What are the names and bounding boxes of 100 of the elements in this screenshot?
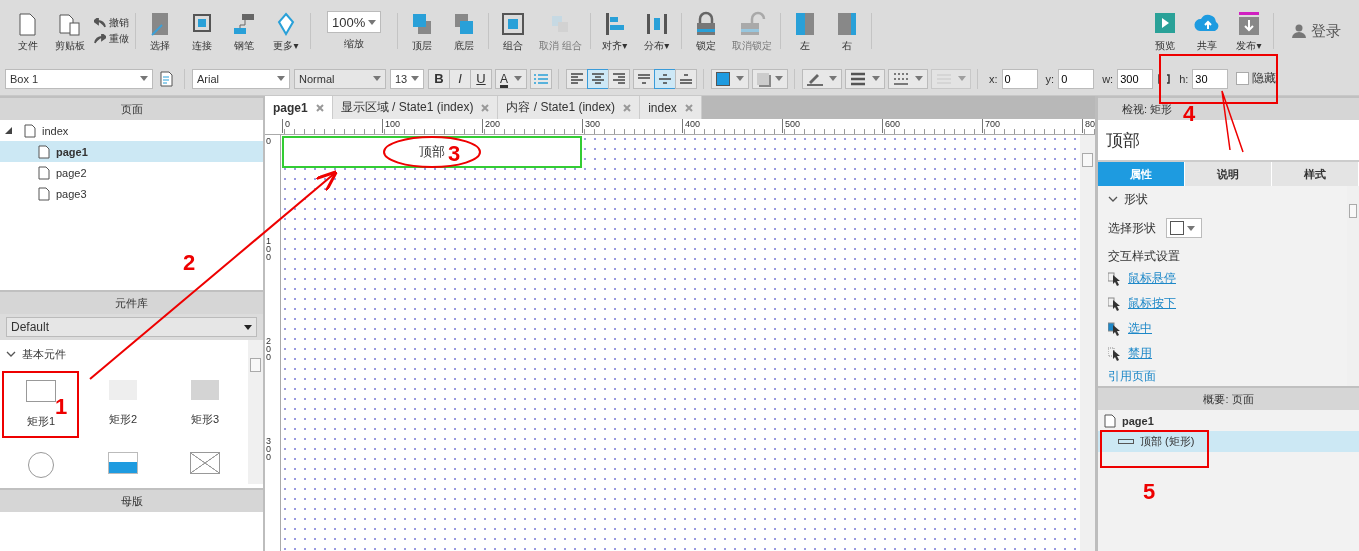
toolbar-button[interactable]: 选择 bbox=[142, 7, 178, 55]
expand-triangle-icon[interactable] bbox=[5, 127, 12, 134]
coordinate-field[interactable]: 0 bbox=[1058, 68, 1095, 89]
font-dropdown[interactable]: Arial bbox=[192, 68, 290, 89]
zoom-dropdown[interactable]: 100% bbox=[327, 11, 381, 33]
font-weight-dropdown[interactable]: Normal bbox=[294, 68, 386, 89]
chevron-icon bbox=[1108, 196, 1118, 202]
interaction-style-link[interactable]: 禁用 bbox=[1128, 345, 1152, 362]
line-weight-button[interactable] bbox=[845, 68, 885, 89]
outline-item[interactable]: 顶部 (矩形) bbox=[1098, 431, 1359, 452]
text-align-icon bbox=[591, 72, 605, 85]
toolbar-button[interactable]: 对齐▾ bbox=[596, 7, 633, 55]
text-style-button[interactable]: B bbox=[428, 68, 450, 89]
toolbar-button[interactable]: 钢笔 bbox=[226, 7, 262, 55]
coordinate-label: x: bbox=[989, 72, 998, 85]
library-dropdown[interactable]: Default bbox=[6, 317, 257, 337]
toolbar-button[interactable]: 组合 bbox=[495, 7, 531, 55]
close-icon[interactable] bbox=[315, 103, 324, 112]
align-button[interactable] bbox=[608, 68, 630, 89]
pen-line-icon bbox=[807, 71, 823, 86]
horizontal-ruler: 0 100 200 300 400 500 600 700 80 bbox=[265, 119, 1095, 135]
text-align-icon bbox=[612, 72, 626, 85]
toolbar-button[interactable]: 共享 bbox=[1189, 7, 1225, 55]
caret-icon bbox=[373, 76, 381, 81]
cursor-icon bbox=[1108, 346, 1122, 361]
scrollbar[interactable] bbox=[248, 340, 263, 484]
aspect-lock-icon[interactable] bbox=[1158, 73, 1171, 84]
library-item[interactable]: 矩形3 bbox=[164, 374, 246, 432]
vertical-align-icon bbox=[638, 73, 650, 84]
toolbar-button[interactable]: 发布▾ bbox=[1231, 7, 1267, 55]
vertical-align-button[interactable] bbox=[675, 68, 697, 89]
notes-icon[interactable] bbox=[159, 70, 175, 87]
caret-icon bbox=[1187, 225, 1195, 231]
toolbar-button[interactable]: 顶层 bbox=[404, 7, 440, 55]
group-icon bbox=[499, 11, 527, 37]
document-tab[interactable]: index bbox=[640, 96, 702, 119]
redo-arrow-icon bbox=[94, 34, 106, 44]
interaction-style-link[interactable]: 鼠标按下 bbox=[1128, 295, 1176, 312]
text-style-button[interactable]: I bbox=[449, 68, 471, 89]
interaction-style-link[interactable]: 鼠标悬停 bbox=[1128, 270, 1176, 287]
toolbar-button[interactable]: 右 bbox=[828, 7, 865, 55]
scrollbar[interactable] bbox=[1080, 135, 1095, 551]
text-color-button[interactable]: A bbox=[495, 68, 527, 89]
shape-dropdown[interactable] bbox=[1166, 218, 1202, 238]
line-color-button[interactable] bbox=[802, 68, 842, 89]
close-icon[interactable] bbox=[684, 103, 693, 112]
toolbar-button[interactable]: 锁定 bbox=[687, 7, 724, 55]
close-icon[interactable] bbox=[623, 103, 632, 112]
section-header[interactable]: 引用页面 bbox=[1108, 368, 1345, 382]
page-tree-item[interactable]: page1 bbox=[0, 141, 263, 162]
page-tree-item[interactable]: page3 bbox=[0, 183, 263, 204]
font-size-dropdown[interactable]: 13 bbox=[390, 68, 424, 89]
toolbar-button[interactable]: 底层 bbox=[446, 7, 482, 55]
coordinate-field[interactable]: 0 bbox=[1001, 68, 1038, 89]
page-icon bbox=[38, 144, 50, 159]
toolbar-button[interactable]: 分布▾ bbox=[638, 7, 675, 55]
toolbar-button[interactable]: 更多▾ bbox=[268, 7, 304, 55]
login-button[interactable]: 登录 bbox=[1274, 21, 1359, 41]
coordinate-label: h: bbox=[1179, 72, 1189, 85]
coordinate-field[interactable]: 300 bbox=[1117, 68, 1154, 89]
shadow-button[interactable] bbox=[752, 68, 788, 89]
toolbar-button[interactable]: 文件 bbox=[10, 7, 46, 55]
page-tree-item[interactable]: page2 bbox=[0, 162, 263, 183]
coordinate-field[interactable]: 30 bbox=[1192, 68, 1229, 89]
toolbar-button[interactable]: 预览 bbox=[1147, 7, 1183, 55]
library-section-header[interactable]: 基本元件 bbox=[0, 344, 247, 364]
hidden-checkbox[interactable]: 隐藏 bbox=[1236, 70, 1277, 87]
undo-button[interactable]: 撤销 bbox=[94, 16, 129, 30]
close-icon[interactable] bbox=[481, 103, 490, 112]
interaction-style-link[interactable]: 选中 bbox=[1128, 320, 1152, 337]
section-header[interactable]: 形状 bbox=[1108, 186, 1345, 212]
document-tab[interactable]: 内容 / State1 (index) bbox=[498, 96, 641, 119]
caret-icon bbox=[411, 76, 419, 81]
bullet-list-button[interactable] bbox=[530, 68, 552, 89]
inspector-tab[interactable]: 说明 bbox=[1185, 162, 1272, 186]
vertical-ruler: 0 100 200 300 bbox=[265, 135, 281, 551]
widget-name[interactable]: 顶部 bbox=[1098, 120, 1359, 160]
fill-color-button[interactable] bbox=[711, 68, 749, 89]
inspector-tab[interactable]: 样式 bbox=[1272, 162, 1359, 186]
cursor-icon bbox=[1108, 296, 1122, 311]
coordinate-label: y: bbox=[1045, 72, 1055, 85]
align-button[interactable] bbox=[566, 68, 588, 89]
toolbar-button[interactable]: 剪贴板 bbox=[52, 7, 88, 55]
zoom-label: 缩放 bbox=[344, 37, 364, 51]
library-item[interactable]: 矩形2 bbox=[82, 374, 164, 432]
line-pattern-button[interactable] bbox=[888, 68, 928, 89]
text-style-button[interactable]: U bbox=[470, 68, 492, 89]
vertical-align-button[interactable] bbox=[654, 68, 676, 89]
widget-name-dropdown[interactable]: Box 1 bbox=[5, 68, 153, 89]
align-button[interactable] bbox=[587, 68, 609, 89]
toolbar-button[interactable]: 连接 bbox=[184, 7, 220, 55]
toolbar-button[interactable]: 左 bbox=[786, 7, 823, 55]
redo-button[interactable]: 重做 bbox=[94, 32, 129, 46]
document-tab[interactable]: page1 bbox=[265, 96, 333, 119]
page-tree-item[interactable]: index bbox=[0, 120, 263, 141]
annotation-number: 3 bbox=[448, 143, 461, 165]
outline-page-item[interactable]: page1 bbox=[1098, 410, 1359, 431]
caret-icon bbox=[872, 76, 880, 81]
document-tab[interactable]: 显示区域 / State1 (index) bbox=[332, 96, 499, 119]
vertical-align-button[interactable] bbox=[633, 68, 655, 89]
